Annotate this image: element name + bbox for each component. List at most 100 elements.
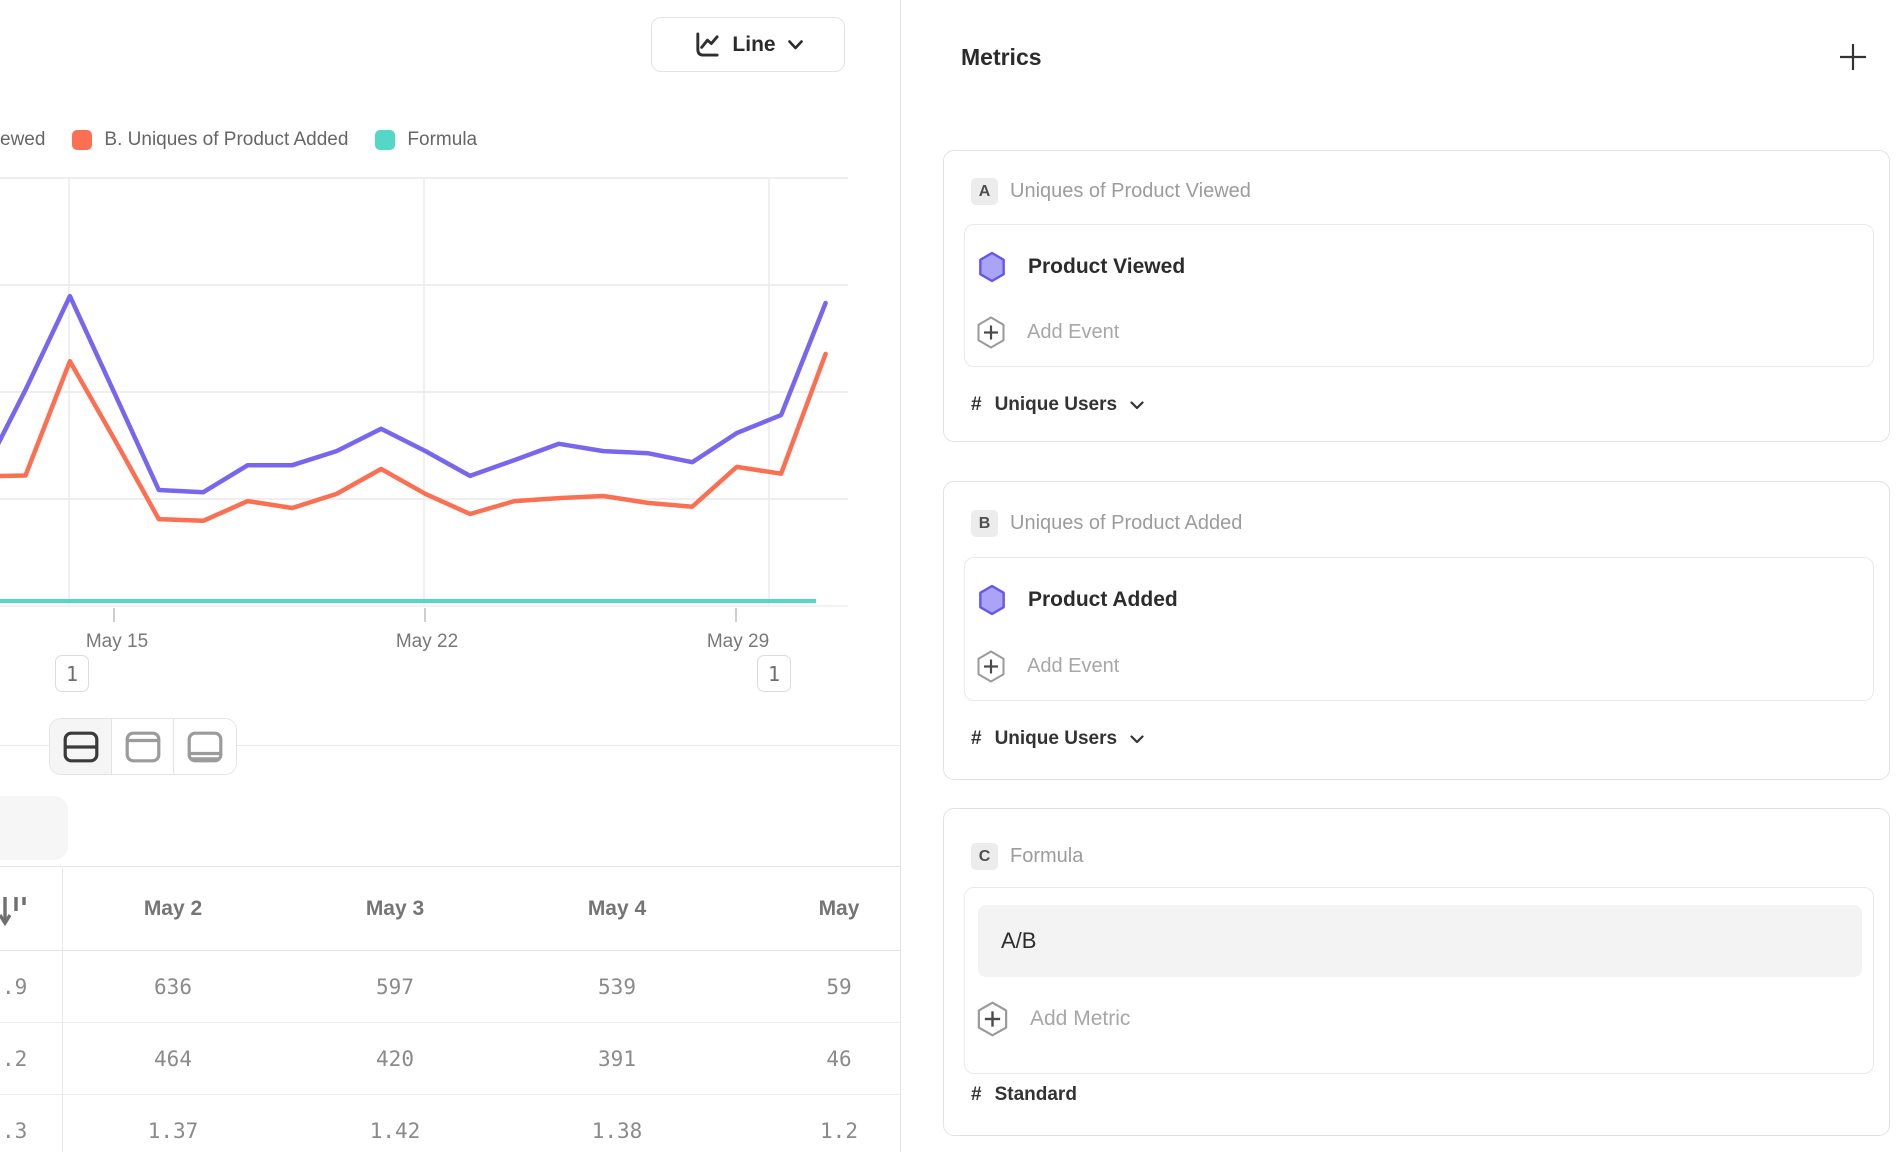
x-axis-ticks xyxy=(114,608,736,622)
table-row: .31.371.421.381.2 xyxy=(0,1095,900,1152)
table-cell: 636 xyxy=(62,951,284,1022)
measure-label: Unique Users xyxy=(995,728,1117,750)
table-segment-pill[interactable] xyxy=(0,796,68,860)
bottom-panel-icon xyxy=(187,731,223,763)
plus-icon xyxy=(1838,42,1868,72)
legend-label: B. Uniques of Product Added xyxy=(104,129,348,151)
table-row: .963659753959 xyxy=(0,951,900,1023)
frozen-cell: .2 xyxy=(0,1023,62,1094)
line-chart-icon xyxy=(693,31,720,58)
table-cell: 420 xyxy=(284,1023,506,1094)
card-header: C Formula xyxy=(971,843,1083,870)
layout-split-horizontal-button[interactable] xyxy=(50,719,112,774)
chevron-down-icon xyxy=(788,40,803,50)
metric-card-c: C Formula A/B Add Metric # Standard xyxy=(943,808,1890,1136)
add-metric-row[interactable]: Add Metric xyxy=(976,1001,1130,1037)
measure-dropdown[interactable]: # Standard xyxy=(971,1081,1077,1109)
metric-card-title: Uniques of Product Viewed xyxy=(1010,180,1251,203)
header-cells: May 2May 3May 4May xyxy=(62,867,900,950)
metric-card-b: B Uniques of Product Added Product Added… xyxy=(943,481,1890,780)
table-cell: 1.37 xyxy=(62,1095,284,1152)
add-event-label: Add Event xyxy=(1027,321,1119,344)
frozen-cell: .3 xyxy=(0,1095,62,1152)
series-line-a[interactable] xyxy=(0,296,826,492)
legend-item[interactable]: B. Uniques of Product Added xyxy=(72,129,348,151)
legend-label: Formula xyxy=(407,129,477,151)
table-header-row: May 2May 3May 4May xyxy=(0,867,900,951)
table-cell: 1.38 xyxy=(506,1095,728,1152)
add-metric-hexagon-plus-icon xyxy=(976,1001,1009,1037)
add-event-hexagon-plus-icon xyxy=(976,650,1006,683)
chart-svg[interactable] xyxy=(0,170,900,630)
layout-toggle-group xyxy=(49,718,237,775)
layout-top-panel-button[interactable] xyxy=(112,719,174,774)
add-event-row[interactable]: Add Event xyxy=(976,648,1119,684)
legend-item[interactable]: Formula xyxy=(375,129,477,151)
add-metric-plus-button[interactable] xyxy=(1836,40,1870,74)
chevron-down-icon xyxy=(1130,735,1144,744)
column-header[interactable]: May 3 xyxy=(284,867,506,950)
measure-label: Unique Users xyxy=(995,394,1117,416)
table-cell: 597 xyxy=(284,951,506,1022)
table-body: .963659753959.246442039146.31.371.421.38… xyxy=(0,951,900,1152)
table-cell: 539 xyxy=(506,951,728,1022)
table-cell: 1.42 xyxy=(284,1095,506,1152)
table-cell: 464 xyxy=(62,1023,284,1094)
event-hexagon-icon xyxy=(978,584,1006,616)
add-event-hexagon-plus-icon xyxy=(976,316,1006,349)
frozen-header-cell xyxy=(0,867,62,950)
event-row[interactable]: Product Viewed xyxy=(978,249,1185,285)
chart-type-label: Line xyxy=(732,33,775,57)
legend-swatch xyxy=(375,130,395,150)
legend-label: ewed xyxy=(0,129,45,151)
formula-input[interactable]: A/B xyxy=(978,905,1862,977)
legend-item[interactable]: ewed xyxy=(0,129,45,151)
legend-swatch xyxy=(72,130,92,150)
table-cell: 46 xyxy=(728,1023,900,1094)
metric-card-title: Uniques of Product Added xyxy=(1010,512,1242,535)
event-box: Product Added Add Event xyxy=(964,557,1874,701)
event-box: Product Viewed Add Event xyxy=(964,224,1874,367)
metric-letter-badge: B xyxy=(971,510,998,537)
report-main-area: Line ewed B. Uniques of Product Added Form… xyxy=(0,0,900,1152)
metric-letter-badge: A xyxy=(971,178,998,205)
measure-label: Standard xyxy=(995,1084,1077,1106)
split-horizontal-icon xyxy=(63,731,99,763)
metrics-panel-title: Metrics xyxy=(961,44,1042,71)
x-axis-label: May 29 xyxy=(668,631,808,653)
formula-box: A/B Add Metric xyxy=(964,887,1874,1074)
frozen-column-divider xyxy=(62,866,63,1152)
x-axis-label: May 15 xyxy=(47,631,187,653)
layout-bottom-panel-button[interactable] xyxy=(174,719,236,774)
chart-legend: ewed B. Uniques of Product Added Formula xyxy=(0,127,477,153)
table-cell: 1.2 xyxy=(728,1095,900,1152)
annotation-badge[interactable]: 1 xyxy=(55,655,89,692)
x-axis-label: May 22 xyxy=(357,631,497,653)
hash-icon: # xyxy=(971,1084,982,1106)
event-name: Product Viewed xyxy=(1028,255,1185,279)
measure-dropdown[interactable]: # Unique Users xyxy=(971,725,1144,753)
measure-dropdown[interactable]: # Unique Users xyxy=(971,391,1144,419)
data-table: May 2May 3May 4May .963659753959.2464420… xyxy=(0,866,900,1152)
card-header: A Uniques of Product Viewed xyxy=(971,178,1251,205)
annotation-badge[interactable]: 1 xyxy=(757,655,791,692)
metric-card-title: Formula xyxy=(1010,845,1083,868)
chart-type-selector[interactable]: Line xyxy=(651,17,845,72)
add-event-label: Add Event xyxy=(1027,655,1119,678)
metrics-panel: Metrics A Uniques of Product Viewed Prod… xyxy=(901,0,1898,1152)
sort-descending-icon[interactable] xyxy=(0,893,30,934)
hash-icon: # xyxy=(971,394,982,416)
add-event-row[interactable]: Add Event xyxy=(976,314,1119,350)
column-header[interactable]: May 2 xyxy=(62,867,284,950)
metric-card-a: A Uniques of Product Viewed Product View… xyxy=(943,150,1890,442)
top-panel-icon xyxy=(125,731,161,763)
column-header[interactable]: May xyxy=(728,867,900,950)
event-name: Product Added xyxy=(1028,588,1178,612)
line-chart[interactable] xyxy=(0,170,900,630)
chevron-down-icon xyxy=(1130,401,1144,410)
event-row[interactable]: Product Added xyxy=(978,582,1178,618)
hash-icon: # xyxy=(971,728,982,750)
card-header: B Uniques of Product Added xyxy=(971,510,1242,537)
column-header[interactable]: May 4 xyxy=(506,867,728,950)
series-line-b[interactable] xyxy=(0,354,826,521)
